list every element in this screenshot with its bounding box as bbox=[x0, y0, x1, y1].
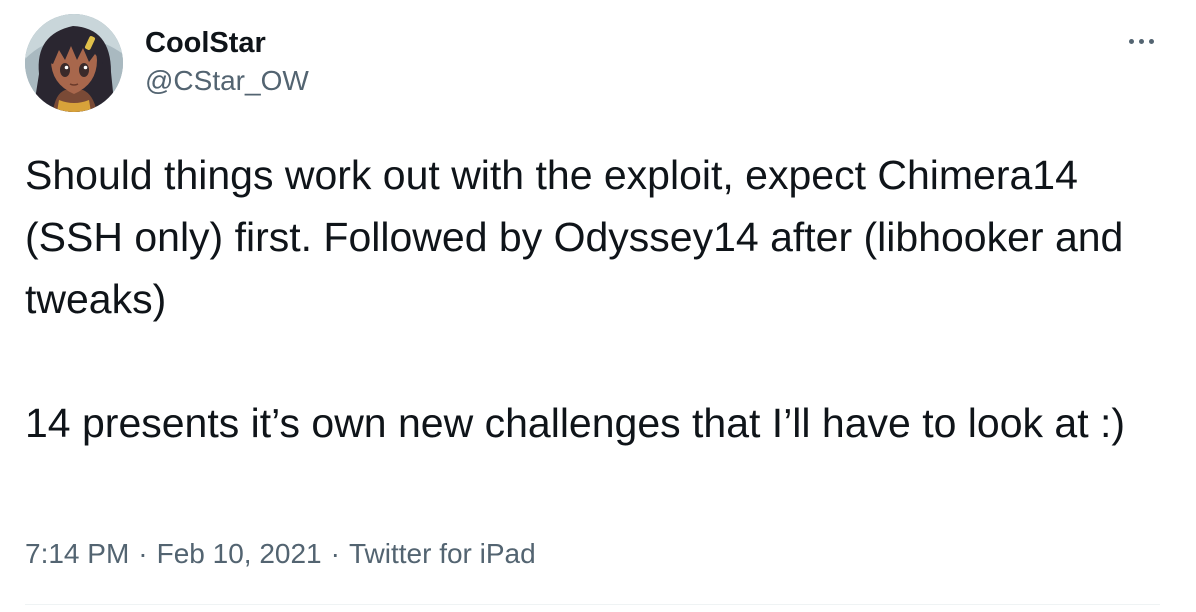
meta-separator: · bbox=[138, 538, 148, 569]
tweet-card: CoolStar @CStar_OW Should things work ou… bbox=[0, 0, 1196, 612]
more-horizontal-icon bbox=[1128, 38, 1134, 44]
tweet-source-link[interactable]: Twitter for iPad bbox=[349, 538, 536, 569]
more-horizontal-icon-dot bbox=[1138, 38, 1144, 44]
meta-separator: · bbox=[330, 538, 340, 569]
tweet-time-link[interactable]: 7:14 PM bbox=[25, 538, 129, 569]
avatar[interactable] bbox=[25, 14, 123, 112]
tweet-meta: 7:14 PM · Feb 10, 2021 · Twitter for iPad bbox=[25, 534, 536, 574]
more-horizontal-icon-dot bbox=[1148, 38, 1154, 44]
author-display-name[interactable]: CoolStar bbox=[145, 25, 266, 61]
divider bbox=[25, 604, 1160, 605]
tweet-text: Should things work out with the exploit,… bbox=[25, 152, 1126, 446]
tweet-date-link[interactable]: Feb 10, 2021 bbox=[157, 538, 322, 569]
author-handle[interactable]: @CStar_OW bbox=[145, 64, 309, 98]
more-options-button[interactable] bbox=[1116, 24, 1166, 58]
anime-character-avatar-icon bbox=[25, 14, 123, 112]
